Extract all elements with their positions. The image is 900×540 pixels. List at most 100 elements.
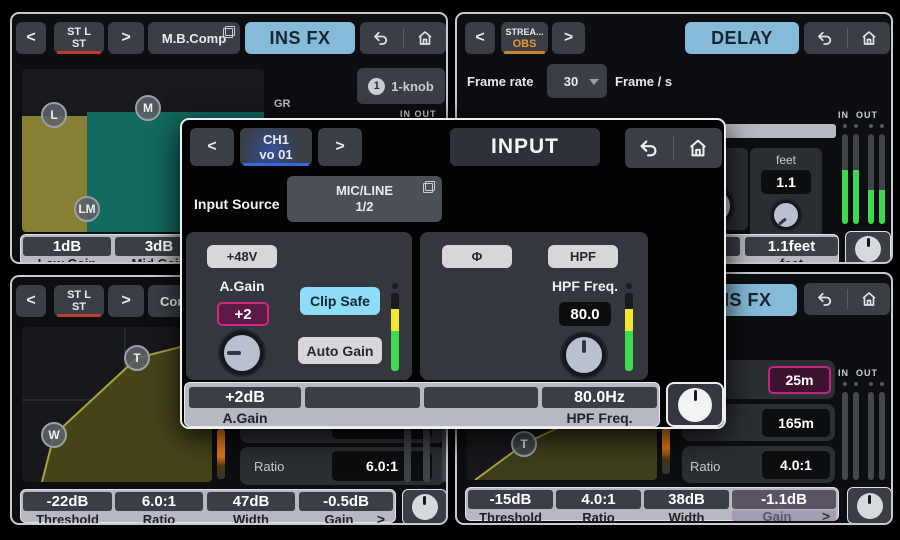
knob-assign-button[interactable] [402,489,447,525]
meter-bar [423,422,430,482]
meter-peak-dot [880,382,884,386]
input-level-meter [391,293,399,371]
footer-ratio-label: Ratio [115,512,203,525]
lowmid-crossover-marker[interactable]: LM [74,196,100,222]
undo-icon[interactable] [638,137,660,159]
footer-gain-value[interactable]: -1.1dB [732,490,836,509]
knob-icon [412,494,438,520]
phantom-48v-button[interactable]: +48V [207,245,277,268]
knob-assign-button[interactable] [847,487,892,524]
undo-icon[interactable] [372,29,390,47]
undo-icon[interactable] [816,290,834,308]
low-band-marker[interactable]: L [41,102,67,128]
page-title-delay[interactable]: DELAY [685,22,799,54]
footer-again-value[interactable]: +2dB [189,387,301,408]
parameter-footer-bar: -15dB Threshold 4.0:1 Ratio 38dB Width -… [465,487,839,521]
one-knob-button[interactable]: 1 1-knob [357,68,445,104]
out-meter-l [868,134,874,224]
prev-channel-button[interactable]: < [16,285,46,317]
again-value[interactable]: +2 [217,302,269,326]
feet-knob[interactable] [771,200,801,230]
gain-page-chevron[interactable]: > [373,511,389,525]
preset-button[interactable]: M.B.Comp [148,22,240,54]
channel-color-bar [57,314,101,317]
channel-color-bar [243,163,309,166]
channel-select-button[interactable]: ST L ST [54,22,104,54]
next-channel-button[interactable]: > [108,285,144,317]
phase-button[interactable]: Φ [442,245,512,268]
ratio-row-value[interactable]: 4.0:1 [762,451,830,479]
gr-meter [662,422,670,474]
footer-empty-cell[interactable] [305,387,420,408]
threshold-marker[interactable]: T [511,431,537,457]
undo-icon[interactable] [816,29,834,47]
gain-page-chevron[interactable]: > [818,508,834,524]
meter-peak-dot [880,124,884,128]
home-icon[interactable] [860,290,878,308]
footer-ratio-value[interactable]: 4.0:1 [556,490,641,509]
footer-ratio-value[interactable]: 6.0:1 [115,492,203,511]
param-row-2-value[interactable]: 165m [762,409,830,437]
ratio-row[interactable]: Ratio 6.0:1 [240,447,445,485]
footer-threshold-label: Threshold [468,510,553,525]
auto-gain-button[interactable]: Auto Gain [298,337,382,364]
out-meter-l [868,392,874,480]
frame-rate-unit: Frame / s [615,74,672,89]
next-channel-button[interactable]: > [552,22,585,54]
footer-hpf-freq-value[interactable]: 80.0Hz [542,387,657,408]
clip-safe-button[interactable]: Clip Safe [300,287,380,315]
knob-assign-button[interactable] [666,382,724,427]
ratio-row-value[interactable]: 6.0:1 [332,451,432,481]
prev-channel-button[interactable]: < [465,22,495,54]
width-marker[interactable]: W [41,422,67,448]
hpf-freq-label: HPF Freq. [530,278,640,294]
hpf-button[interactable]: HPF [548,245,618,268]
input-source-button[interactable]: MIC/LINE 1/2 [287,176,442,222]
feet-value[interactable]: 1.1 [761,170,811,194]
home-icon[interactable] [860,29,878,47]
in-meter-l [842,392,848,480]
footer-threshold-value[interactable]: -22dB [23,492,112,511]
hpf-freq-knob[interactable] [562,333,606,377]
in-out-meter-label: IN OUT [838,368,878,378]
in-meter-l [842,134,848,224]
again-knob[interactable] [220,331,264,375]
footer-width-value[interactable]: 38dB [644,490,729,509]
prev-channel-button[interactable]: < [190,128,234,166]
param-row-1-value[interactable]: 25m [768,366,831,394]
hpf-freq-value[interactable]: 80.0 [559,302,611,326]
channel-select-button[interactable]: ST L ST [54,285,104,317]
threshold-marker[interactable]: T [124,345,150,371]
footer-empty-cell[interactable] [424,387,538,408]
next-channel-button[interactable]: > [108,22,144,54]
nav-group [625,128,722,168]
page-title-ins-fx[interactable]: INS FX [245,22,355,54]
frame-rate-dropdown[interactable]: 30 [547,64,607,98]
footer-low-gain-value[interactable]: 1dB [23,237,111,256]
next-channel-button[interactable]: > [318,128,362,166]
footer-feet-value[interactable]: 1.1feet [745,237,838,256]
again-label: A.Gain [207,278,277,294]
footer-threshold-label: Threshold [23,512,112,525]
one-knob-badge-icon: 1 [368,78,385,95]
channel-select-button[interactable]: CH1 vo 01 [240,128,312,166]
ratio-row-label: Ratio [254,459,284,474]
copy-icon [423,181,435,193]
footer-threshold-value[interactable]: -15dB [468,490,553,509]
meter-peak-dot [392,283,398,289]
channel-name: vo 01 [259,147,292,162]
ratio-row[interactable]: Ratio 4.0:1 [682,446,835,483]
mid-band-marker[interactable]: M [135,95,161,121]
input-level-meter [625,293,633,371]
home-icon[interactable] [687,137,709,159]
home-icon[interactable] [416,29,434,47]
copy-icon [223,26,235,38]
in-meter-r [853,134,859,224]
dropdown-arrow-icon [589,79,599,85]
channel-select-button[interactable]: STREA... OBS [501,22,548,54]
footer-gain-value[interactable]: -0.5dB [299,492,393,511]
prev-channel-button[interactable]: < [16,22,46,54]
knob-assign-button[interactable] [845,231,891,264]
input-source-line1: MIC/LINE [336,183,393,199]
footer-width-value[interactable]: 47dB [207,492,295,511]
